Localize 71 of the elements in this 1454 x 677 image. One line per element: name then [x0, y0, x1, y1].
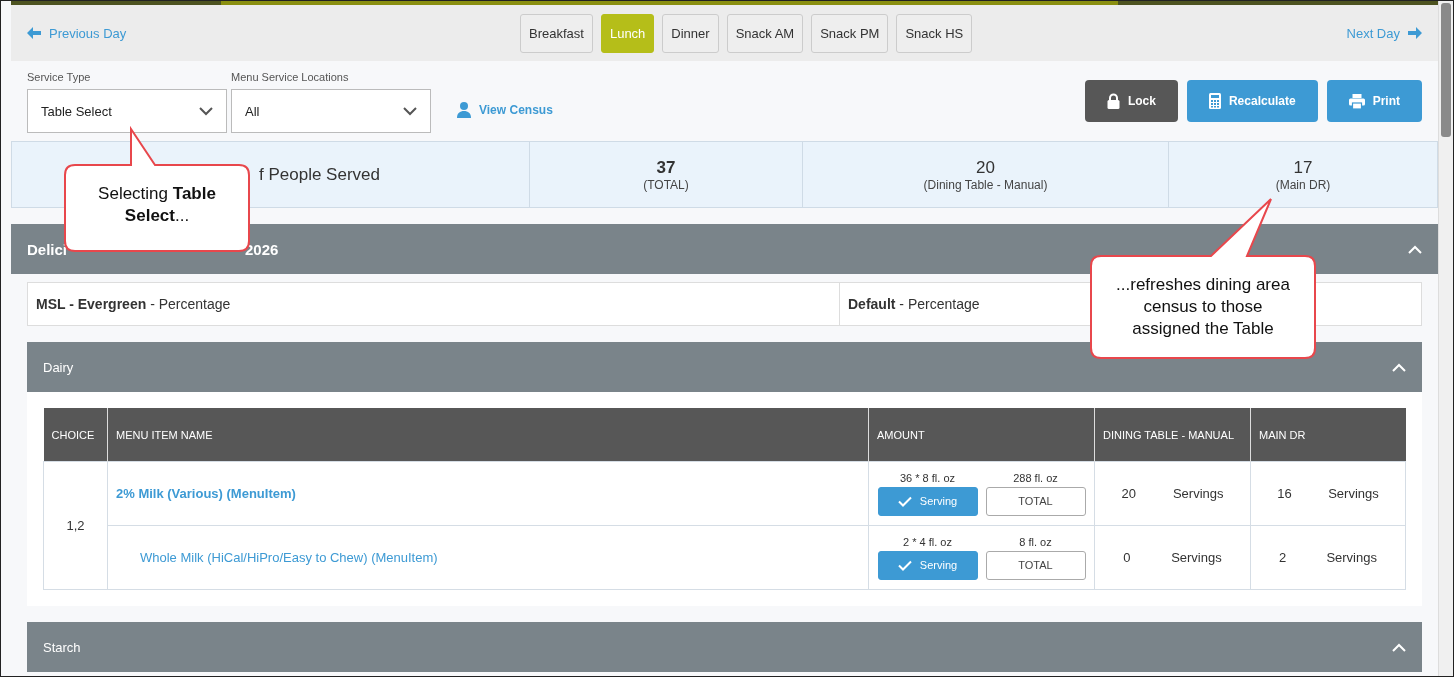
next-day-link[interactable]: Next Day	[1346, 25, 1422, 41]
serving-count: 20	[1121, 486, 1136, 501]
callout-text: Selecting Table Select...	[97, 183, 217, 227]
lock-icon	[1106, 93, 1120, 109]
column-header: CHOICE	[43, 408, 108, 462]
serving-count: 0	[1123, 550, 1131, 565]
choice-number: 1,2	[66, 518, 85, 533]
census-caption: (Dining Table - Manual)	[923, 177, 1048, 192]
meal-tab[interactable]: Dinner	[662, 13, 719, 53]
meal-tab[interactable]: Snack PM	[811, 13, 889, 53]
census-label: f People Served	[259, 164, 380, 185]
check-icon	[897, 495, 912, 507]
chevron-up-icon[interactable]	[1408, 244, 1422, 254]
column-header: DINING TABLE - MANUAL	[1094, 408, 1251, 462]
total-amount: 288 fl. oz	[1013, 471, 1058, 484]
per-serving-amount: 2 * 4 fl. oz	[903, 535, 952, 548]
lock-button[interactable]: Lock	[1084, 80, 1178, 122]
recalculate-button[interactable]: Recalculate	[1186, 80, 1318, 122]
category-header[interactable]: Starch	[27, 622, 1422, 672]
per-serving-amount: 36 * 8 fl. oz	[899, 471, 955, 484]
column-header: MAIN DR	[1250, 408, 1406, 462]
serving-unit: Servings	[1328, 486, 1379, 501]
locations-dropdown[interactable]: All	[231, 89, 431, 133]
serving-unit: Servings	[1172, 486, 1224, 501]
section-title: Delici	[27, 240, 68, 258]
location-label: MSL - Evergreen - Percentage	[36, 296, 231, 312]
chevron-up-icon[interactable]	[1392, 362, 1406, 372]
serving-unit: Servings	[1171, 550, 1222, 565]
category-header[interactable]: Dairy	[27, 342, 1422, 392]
print-button[interactable]: Print	[1326, 80, 1422, 122]
serving-toggle[interactable]: Serving	[877, 550, 978, 580]
census-caption: (TOTAL)	[643, 177, 689, 192]
arrow-right-icon	[1408, 27, 1422, 39]
previous-day-link[interactable]: Previous Day	[27, 25, 127, 41]
chevron-down-icon	[199, 106, 213, 116]
view-census-link[interactable]: View Census	[457, 102, 553, 118]
location-label: Default - Percentage	[848, 296, 980, 312]
census-count: 37	[656, 157, 676, 178]
column-header: MENU ITEM NAME	[107, 408, 869, 462]
category-title: Starch	[43, 639, 81, 655]
field-label: Menu Service Locations	[231, 71, 350, 85]
total-toggle[interactable]: TOTAL	[985, 486, 1086, 516]
check-icon	[897, 559, 912, 571]
column-header: AMOUNT	[868, 408, 1095, 462]
serving-unit: Servings	[1326, 550, 1377, 565]
menu-item-link[interactable]: 2% Milk (Various) (MenuItem)	[116, 486, 296, 501]
section-title: 2026	[245, 240, 279, 258]
calculator-icon	[1208, 93, 1221, 109]
serving-count: 2	[1279, 550, 1287, 565]
serving-count: 16	[1277, 486, 1292, 501]
person-icon	[457, 102, 471, 118]
field-label: Service Type	[27, 71, 92, 85]
menu-item-link[interactable]: Whole Milk (HiCal/HiPro/Easy to Chew) (MenuItem)	[116, 550, 438, 565]
serving-toggle[interactable]: Serving	[877, 486, 978, 516]
chevron-down-icon	[403, 106, 417, 116]
total-amount: 8 fl. oz	[1019, 535, 1052, 548]
category-title: Dairy	[43, 359, 74, 375]
meal-tab[interactable]: Breakfast	[520, 13, 593, 53]
chevron-up-icon[interactable]	[1392, 642, 1406, 652]
callout-text: ...refreshes dining area census to those assigned the Table	[1115, 274, 1291, 340]
census-count: 17	[1293, 157, 1313, 178]
service-type-dropdown[interactable]: Table Select	[27, 89, 227, 133]
meal-tab[interactable]: Lunch	[600, 13, 655, 53]
total-toggle[interactable]: TOTAL	[985, 550, 1086, 580]
arrow-left-icon	[27, 27, 41, 39]
scrollbar[interactable]	[1438, 1, 1453, 676]
meal-tab[interactable]: Snack HS	[896, 13, 973, 53]
census-count: 20	[976, 157, 995, 178]
printer-icon	[1348, 93, 1365, 109]
meal-tab[interactable]: Snack AM	[726, 13, 804, 53]
census-caption: (Main DR)	[1275, 177, 1331, 192]
